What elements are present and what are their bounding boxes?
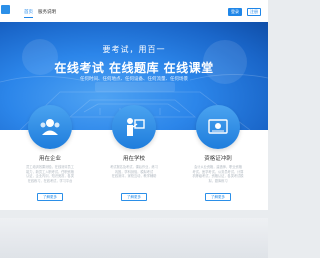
card-icon-circle <box>196 105 240 149</box>
card-certification: 资格证冲刺 会计从业资格，建造师，职业资格 考试，医学考试，公务员考试，计算 机… <box>176 105 260 210</box>
card-description: 员工培训效果测验，在线测评员工 能力，新员工入职考试，任职资格 认证，企业内训，… <box>12 165 88 183</box>
logo[interactable] <box>1 5 10 14</box>
card-desc-line: 在线练习，在线考试，学习平台 <box>27 178 73 183</box>
learn-more-button[interactable]: 了解更多 <box>205 193 231 201</box>
card-enterprise: 用在企业 员工培训效果测验，在线测评员工 能力，新员工入职考试，任职资格 认证，… <box>8 105 92 210</box>
users-icon <box>40 119 60 135</box>
card-school: 用在学校 考试报名及考试，课后作业，练习 巩固，学科测验，模拟考试 在线测评，家… <box>92 105 176 210</box>
teacher-icon <box>127 118 145 136</box>
nav-home[interactable]: 首页 <box>24 9 33 18</box>
login-button[interactable]: 登录 <box>228 8 242 16</box>
hero-tags: 任何时间、任何地点、任何设备、任何流量、任何场景 <box>80 77 188 82</box>
learn-more-button[interactable]: 了解更多 <box>121 193 147 201</box>
card-description: 会计从业资格，建造师，职业资格 考试，医学考试，公务员考试，计算 机等级考试，资… <box>180 165 256 183</box>
card-description: 考试报名及考试，课后作业，练习 巩固，学科测验，模拟考试 在线测评，家校互动，教… <box>96 165 172 179</box>
card-icon-circle <box>112 105 156 149</box>
card-desc-line: 拟，题库练习 <box>208 178 228 183</box>
nav-service-description[interactable]: 服务说明 <box>38 9 56 15</box>
register-button[interactable]: 注册 <box>247 8 261 16</box>
lower-banner <box>0 218 268 258</box>
card-title: 用在企业 <box>38 156 61 162</box>
hero-subtitle: 要考试，用百一 <box>102 45 166 54</box>
card-icon-circle <box>28 105 72 149</box>
hero-headline: 在线考试 在线题库 在线课堂 <box>54 61 214 75</box>
top-navigation-bar: 首页 服务说明 登录 注册 <box>0 0 268 23</box>
learn-more-button[interactable]: 了解更多 <box>37 193 63 201</box>
card-title: 用在学校 <box>122 156 145 162</box>
certificate-icon <box>208 119 228 134</box>
card-desc-line: 在线测评，家校互动，教学辅助 <box>111 174 157 178</box>
card-title: 资格证冲刺 <box>204 156 232 162</box>
